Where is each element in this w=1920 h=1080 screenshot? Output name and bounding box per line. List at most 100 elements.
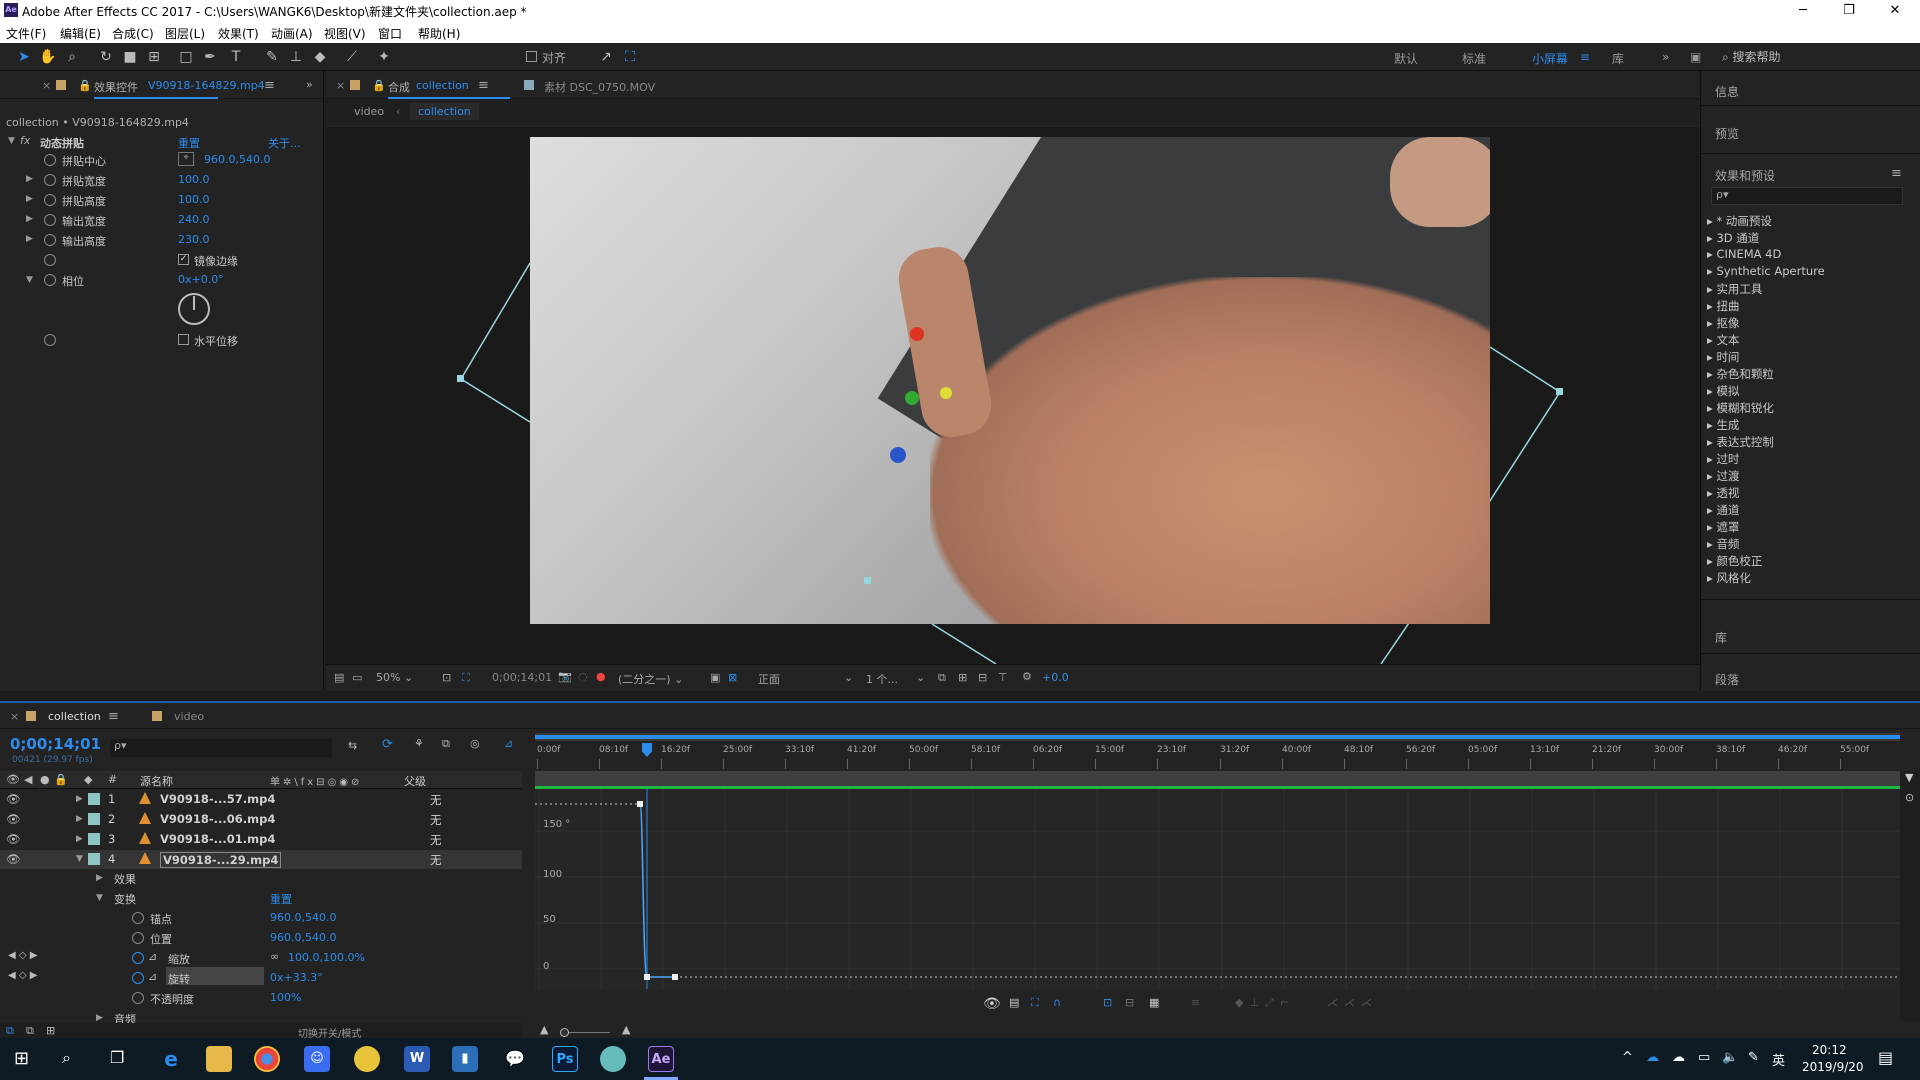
category-utility[interactable]: ▸ 实用工具 xyxy=(1707,281,1762,297)
link-icon[interactable]: ∞ xyxy=(270,950,279,963)
layer-name[interactable]: V90918-...57.mp4 xyxy=(160,792,275,806)
layer-row[interactable]: 👁 ▶ 3 V90918-...01.mp4 无 xyxy=(0,830,522,849)
draft-3d-icon[interactable]: ⟳ xyxy=(382,737,393,752)
expand-icon[interactable]: ▶ xyxy=(26,234,33,244)
eye-icon[interactable]: 👁 xyxy=(6,852,21,866)
prop-tile-width-value[interactable]: 100.0 xyxy=(178,173,210,186)
stopwatch-active-icon[interactable] xyxy=(132,952,144,964)
category-color-correction[interactable]: ▸ 颜色校正 xyxy=(1707,553,1762,569)
rectangle-tool-icon[interactable]: □ xyxy=(176,47,196,67)
show-snapshot-icon[interactable]: ◌ xyxy=(578,670,588,683)
effect-collapse-icon[interactable]: ▼ xyxy=(8,136,15,146)
eye-dropper-icon[interactable]: ⊙ xyxy=(1905,791,1914,804)
category-distort[interactable]: ▸ 扭曲 xyxy=(1707,298,1739,314)
panel-menu-icon[interactable]: ≡ xyxy=(108,709,119,724)
info-panel-tab[interactable]: 信息 xyxy=(1715,83,1739,100)
work-area-end-icon[interactable]: ▼ xyxy=(1905,771,1913,784)
edit-keyframe-icon[interactable]: ≡ xyxy=(1191,996,1200,1009)
category-3d-channel[interactable]: ▸ 3D 通道 xyxy=(1707,230,1759,246)
category-stylize[interactable]: ▸ 风格化 xyxy=(1707,570,1751,586)
eye-icon[interactable]: 👁 xyxy=(6,812,21,826)
keyframe-nav[interactable]: ◀ ◇ ▶ xyxy=(8,950,37,961)
app-icon[interactable] xyxy=(600,1046,626,1072)
minimize-button[interactable]: ─ xyxy=(1780,0,1826,22)
graph-options-icon[interactable]: ▤ xyxy=(1009,996,1019,1009)
task-view-icon[interactable]: ❐ xyxy=(110,1048,124,1067)
zoom-slider[interactable] xyxy=(560,1028,610,1037)
category-audio[interactable]: ▸ 音频 xyxy=(1707,536,1739,552)
panel-menu-icon[interactable]: ≡ xyxy=(1891,166,1902,181)
stopwatch-icon[interactable] xyxy=(132,992,144,1004)
eye-icon[interactable]: 👁 xyxy=(6,832,21,846)
transfer-controls-icon[interactable]: ⧉ xyxy=(26,1024,34,1038)
type-tool-icon[interactable]: T xyxy=(226,47,246,67)
category-keying[interactable]: ▸ 抠像 xyxy=(1707,315,1739,331)
after-effects-icon[interactable]: Ae xyxy=(648,1046,674,1072)
snap-graph-icon[interactable]: ∩ xyxy=(1053,996,1061,1009)
app-icon[interactable]: ☺ xyxy=(304,1046,330,1072)
menu-effect[interactable]: 效果(T) xyxy=(218,25,259,42)
keyframe-interpolation-icons[interactable]: ◆⊥⤢⌐ xyxy=(1235,996,1295,1010)
roto-brush-tool-icon[interactable]: ⟋ xyxy=(342,47,362,67)
timeline-search-input[interactable]: ρ▾ xyxy=(110,739,332,757)
search-icon[interactable]: ⌕ xyxy=(62,1048,71,1068)
snap-icon[interactable]: ↗ xyxy=(596,47,616,67)
expand-icon[interactable]: ▶ xyxy=(96,873,103,883)
view-dropdown[interactable]: 正面 ⌄ xyxy=(758,671,858,687)
crosshair-icon[interactable]: ⌖ xyxy=(178,152,194,166)
puppet-pin-tool-icon[interactable]: ✦ xyxy=(374,47,394,67)
close-tab-icon[interactable]: × xyxy=(42,79,51,92)
lock-icon[interactable]: 🔒 xyxy=(372,79,386,92)
fit-icon[interactable]: ⊡ xyxy=(442,671,451,684)
stopwatch-icon[interactable] xyxy=(44,254,56,266)
horizontal-shift-checkbox[interactable] xyxy=(178,334,189,345)
time-ruler[interactable]: 0:00f 08:10f 16:20f 25:00f 33:10f 41:20f 50:00… xyxy=(535,733,1900,771)
color-channels-icon[interactable]: ● xyxy=(596,670,606,683)
effects-presets-tab[interactable]: 效果和预设 xyxy=(1715,167,1775,184)
snap-options-icon[interactable]: ⛶ xyxy=(620,47,640,67)
separate-dimensions-icon[interactable]: ▦ xyxy=(1149,996,1159,1009)
windows-start-icon[interactable]: ⊞ xyxy=(14,1048,29,1069)
expand-icon[interactable]: ▶ xyxy=(26,174,33,184)
category-synthetic-aperture[interactable]: ▸ Synthetic Aperture xyxy=(1707,264,1825,278)
source-name-header[interactable]: 源名称 xyxy=(140,773,173,789)
category-animation-presets[interactable]: ▸ * 动画预设 xyxy=(1707,213,1772,229)
layer-parent[interactable]: 无 xyxy=(430,812,442,828)
prop-output-width-value[interactable]: 240.0 xyxy=(178,213,210,226)
category-channel[interactable]: ▸ 通道 xyxy=(1707,502,1739,518)
expand-icon[interactable]: ▶ xyxy=(76,814,83,824)
paragraph-panel-tab[interactable]: 段落 xyxy=(1715,671,1739,688)
playhead[interactable] xyxy=(642,743,652,757)
prop-phase-value[interactable]: 0x+0.0° xyxy=(178,273,224,286)
views-count-dropdown[interactable]: 1 个... ⌄ xyxy=(866,671,926,687)
fit-selection-icon[interactable]: ⊡ xyxy=(1103,996,1112,1009)
timeline-tab-video[interactable]: video xyxy=(174,710,204,723)
ime-indicator[interactable]: 英 xyxy=(1772,1050,1785,1069)
pan-behind-tool-icon[interactable]: ⊞ xyxy=(144,47,164,67)
menu-file[interactable]: 文件(F) xyxy=(6,25,46,42)
hand-tool-icon[interactable]: ✋ xyxy=(38,47,58,67)
exposure-value[interactable]: +0.0 xyxy=(1042,671,1069,684)
comp-tab-collection[interactable]: collection xyxy=(416,79,469,92)
collapse-icon[interactable]: ▼ xyxy=(76,854,83,864)
layer-parent[interactable]: 无 xyxy=(430,852,442,868)
word-icon[interactable]: W xyxy=(404,1046,430,1072)
effect-controls-tab[interactable]: × 🔒 效果控件 V90918-164829.mp4 ≡ » xyxy=(0,71,323,99)
layer-parent[interactable]: 无 xyxy=(430,792,442,808)
zoom-out-icon[interactable]: ▲ xyxy=(540,1023,548,1036)
notifications-icon[interactable]: ▤ xyxy=(1878,1048,1893,1067)
zoom-tool-icon[interactable]: ⌕ xyxy=(62,47,82,67)
menu-edit[interactable]: 编辑(E) xyxy=(60,25,101,42)
anchor-handle[interactable] xyxy=(864,577,871,584)
stopwatch-icon[interactable] xyxy=(44,174,56,186)
effect-about[interactable]: 关于... xyxy=(268,135,301,151)
stopwatch-icon[interactable] xyxy=(44,154,56,166)
prop-tile-height-value[interactable]: 100.0 xyxy=(178,193,210,206)
category-matte[interactable]: ▸ 遮罩 xyxy=(1707,519,1739,535)
monitor-icon[interactable]: ▭ xyxy=(352,671,362,684)
collapse-icon[interactable]: ▼ xyxy=(96,893,103,903)
show-properties-icon[interactable]: 👁 xyxy=(983,996,1001,1012)
app-icon[interactable] xyxy=(354,1046,380,1072)
effects-search-input[interactable]: ρ▾ xyxy=(1711,187,1903,205)
clock-time[interactable]: 20:12 xyxy=(1812,1043,1847,1057)
